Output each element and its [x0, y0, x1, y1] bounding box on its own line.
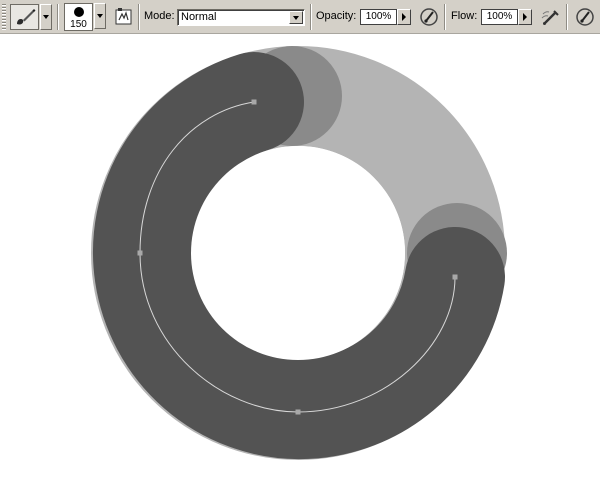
separator [57, 4, 59, 30]
chevron-right-icon [402, 13, 406, 21]
flow-input[interactable]: 100% [481, 9, 518, 25]
pressure-opacity-icon[interactable] [418, 6, 440, 28]
toolbar-grip[interactable] [2, 4, 6, 30]
brush-preview[interactable]: 150 [64, 3, 93, 31]
artwork [91, 46, 507, 460]
path-anchor-point[interactable] [251, 99, 257, 105]
separator [444, 4, 446, 30]
tool-preset-dropdown[interactable] [40, 4, 52, 30]
blend-mode-value: Normal [181, 11, 217, 23]
brush-size-label: 150 [70, 19, 87, 30]
separator [138, 4, 140, 30]
chevron-right-icon [523, 13, 527, 21]
brush-panel-icon[interactable] [113, 6, 135, 28]
pressure-size-icon[interactable] [574, 6, 596, 28]
airbrush-icon[interactable] [540, 6, 562, 28]
flow-slider-button[interactable] [518, 9, 532, 25]
opacity-input[interactable]: 100% [360, 9, 397, 25]
path-anchor-point[interactable] [137, 250, 143, 256]
brush-tool-icon[interactable] [10, 4, 39, 30]
tool-preset-picker[interactable] [10, 4, 52, 30]
separator [310, 4, 312, 30]
brush-tip-icon [74, 7, 84, 17]
opacity-value: 100% [365, 11, 392, 22]
opacity-label: Opacity: [316, 10, 357, 22]
opacity-slider-button[interactable] [397, 9, 411, 25]
flow-label: Flow: [451, 10, 478, 22]
brush-preset-picker[interactable]: 150 [64, 3, 106, 31]
chevron-down-icon [97, 14, 103, 18]
path-anchor-point[interactable] [452, 274, 458, 280]
blend-mode-dropdown[interactable] [289, 11, 303, 24]
separator [566, 4, 568, 30]
brush-preset-dropdown[interactable] [94, 3, 106, 29]
options-bar: 150 Mode: Normal Opacity: 100% Flow: 100… [0, 0, 600, 34]
flow-value: 100% [486, 11, 513, 22]
chevron-down-icon [43, 15, 49, 19]
blend-mode-select[interactable]: Normal [177, 9, 305, 26]
chevron-down-icon [293, 16, 299, 20]
path-anchor-point[interactable] [295, 409, 301, 415]
mode-label: Mode: [144, 10, 175, 22]
ring-hole [191, 146, 405, 360]
document-canvas[interactable] [0, 35, 600, 501]
